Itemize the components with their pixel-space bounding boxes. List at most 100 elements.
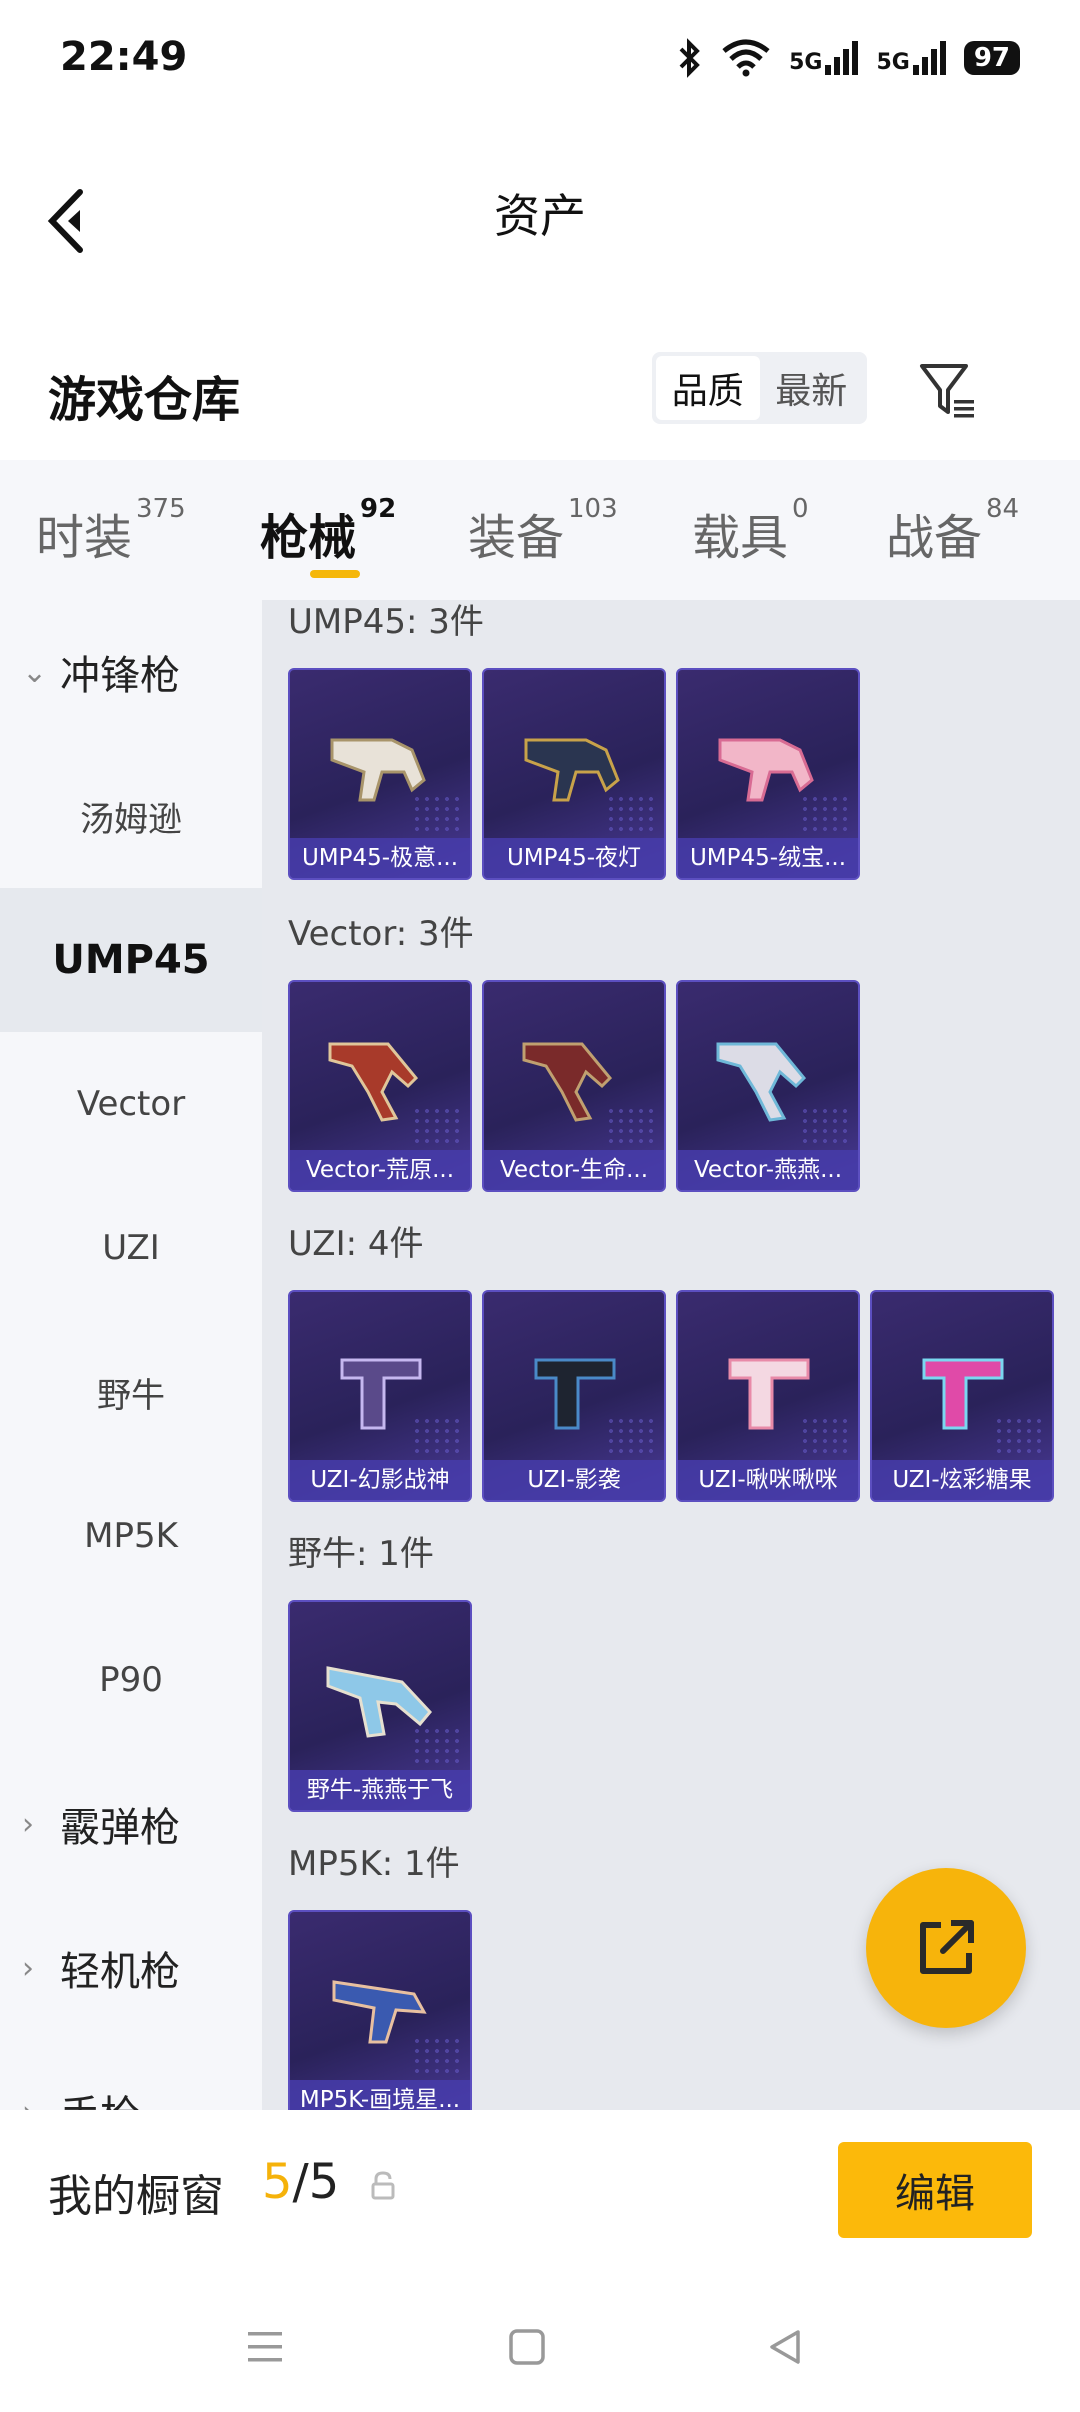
tab-supplies[interactable]: 战备84 <box>886 494 1019 568</box>
share-button[interactable] <box>866 1868 1026 2028</box>
gun-image <box>340 1358 422 1430</box>
back-nav-icon[interactable] <box>764 2326 806 2368</box>
sidebar-item-uzi[interactable]: UZI <box>0 1176 262 1320</box>
tab-label: 载具 <box>692 510 789 566</box>
active-tab-indicator <box>310 570 360 578</box>
tab-label: 时装 <box>36 510 133 566</box>
sidebar-item-label: Vector <box>76 1084 186 1124</box>
group-label: MP5K: 1件 <box>288 1844 460 1884</box>
tab-count: 84 <box>986 494 1020 524</box>
signal-label: 5G <box>789 50 823 75</box>
skin-card[interactable]: 野牛-燕燕于飞 <box>288 1600 472 1812</box>
gun-image <box>328 1042 419 1122</box>
filter-icon[interactable] <box>918 360 978 420</box>
home-icon[interactable] <box>506 2326 548 2368</box>
sidebar-group-shotgun[interactable]: › 霰弹枪 <box>0 1752 262 1896</box>
sidebar-item-thompson[interactable]: 汤姆逊 <box>0 744 262 888</box>
status-bar: 22:49 5G 5G 97 <box>0 0 1080 120</box>
group-label: Vector: 3件 <box>288 914 474 954</box>
skin-card[interactable]: Vector-燕燕... <box>676 980 860 1192</box>
category-tabs: 时装375 枪械92 装备103 载具0 战备84 <box>0 460 1080 600</box>
group-label: 野牛: 1件 <box>288 1534 434 1574</box>
gun-image <box>326 1666 432 1738</box>
skin-card[interactable]: UZI-影袭 <box>482 1290 666 1502</box>
showcase-label: 我的橱窗 <box>48 2171 224 2222</box>
tab-equipment[interactable]: 装备103 <box>468 494 618 568</box>
skin-name: MP5K-画境星... <box>290 2080 470 2110</box>
skin-name: UMP45-绒宝... <box>678 838 858 878</box>
signal-label: 5G <box>876 50 910 75</box>
sidebar-item-bizon[interactable]: 野牛 <box>0 1320 262 1464</box>
gun-image <box>716 1042 807 1122</box>
showcase-count-total: 5 <box>308 2154 340 2210</box>
battery-indicator: 97 <box>963 41 1020 75</box>
sidebar-item-label: 冲锋枪 <box>60 653 180 699</box>
gun-image <box>728 1358 810 1430</box>
chevron-right-icon: › <box>22 1950 34 1986</box>
skin-card[interactable]: UMP45-极意... <box>288 668 472 880</box>
share-external-icon <box>920 1920 974 1974</box>
tab-fashion[interactable]: 时装375 <box>36 494 186 568</box>
skin-name: UZI-幻影战神 <box>290 1460 470 1500</box>
menu-icon[interactable] <box>244 2326 286 2368</box>
tab-label: 枪械 <box>260 510 357 566</box>
skin-card[interactable]: UZI-幻影战神 <box>288 1290 472 1502</box>
status-icons: 5G 5G 97 <box>677 38 1020 78</box>
showcase-count-current: 5 <box>262 2154 293 2210</box>
sidebar-group-smg[interactable]: ⌄ 冲锋枪 <box>0 600 262 744</box>
sort-option-newest[interactable]: 最新 <box>760 356 864 420</box>
edit-button[interactable]: 编辑 <box>838 2142 1032 2238</box>
sort-toggle: 品质 最新 <box>652 352 867 424</box>
sort-option-quality[interactable]: 品质 <box>656 356 760 420</box>
skin-card[interactable]: UZI-炫彩糖果 <box>870 1290 1054 1502</box>
bluetooth-icon <box>679 38 700 78</box>
gun-image <box>330 738 426 802</box>
sidebar-group-lmg[interactable]: › 轻机枪 <box>0 1896 262 2040</box>
system-nav-bar <box>0 2280 1080 2412</box>
sidebar-item-mp5k[interactable]: MP5K <box>0 1464 262 1608</box>
tab-label: 战备 <box>886 510 983 566</box>
skin-card[interactable]: Vector-荒原... <box>288 980 472 1192</box>
sidebar-item-label: MP5K <box>84 1516 178 1556</box>
sidebar-item-label: P90 <box>99 1660 163 1700</box>
skin-card[interactable]: UZI-啾咪啾咪 <box>676 1290 860 1502</box>
skin-card[interactable]: Vector-生命... <box>482 980 666 1192</box>
showcase-bar: 我的橱窗 5/5 编辑 <box>0 2110 1080 2280</box>
section-title: 游戏仓库 <box>48 372 241 428</box>
skin-card[interactable]: UMP45-绒宝... <box>676 668 860 880</box>
page-title: 资产 <box>494 189 586 243</box>
tab-vehicles[interactable]: 载具0 <box>692 494 809 568</box>
gun-image <box>522 1042 613 1122</box>
gun-image <box>524 738 620 802</box>
signal-icon-2: 5G <box>876 41 946 75</box>
sidebar-item-label: 手枪 <box>60 2083 140 2110</box>
skin-card[interactable]: MP5K-画境星... <box>288 1910 472 2110</box>
skin-name: Vector-燕燕... <box>678 1150 858 1190</box>
tab-count: 375 <box>136 494 186 524</box>
tab-firearms[interactable]: 枪械92 <box>260 494 396 568</box>
status-time: 22:49 <box>60 34 188 80</box>
section-bar: 游戏仓库 品质 最新 <box>0 330 1080 450</box>
sidebar-item-label: UZI <box>102 1228 160 1268</box>
group-label: UMP45: 3件 <box>288 602 484 642</box>
skin-name: 野牛-燕燕于飞 <box>290 1770 470 1810</box>
gun-image <box>534 1358 616 1430</box>
tab-count: 92 <box>360 494 397 524</box>
sidebar-item-vector[interactable]: Vector <box>0 1032 262 1176</box>
gun-image <box>332 1980 427 2044</box>
signal-icon-1: 5G <box>789 41 859 75</box>
showcase-count-sep: / <box>292 2154 309 2210</box>
sidebar-group-pistol[interactable]: › 手枪 <box>0 2040 262 2110</box>
tab-count: 103 <box>568 494 618 524</box>
group-label: UZI: 4件 <box>288 1224 424 1264</box>
sidebar-item-label: 野牛 <box>97 1375 165 1416</box>
tab-count: 0 <box>792 494 809 524</box>
showcase-count: 5/5 <box>262 2154 339 2210</box>
wifi-icon <box>722 39 770 77</box>
skin-card[interactable]: UMP45-夜灯 <box>482 668 666 880</box>
sidebar-item-ump45[interactable]: UMP45 <box>0 888 262 1032</box>
skin-name: UMP45-夜灯 <box>484 838 664 878</box>
gun-image <box>922 1358 1004 1430</box>
sidebar-item-p90[interactable]: P90 <box>0 1608 262 1752</box>
chevron-right-icon: › <box>22 2095 34 2111</box>
